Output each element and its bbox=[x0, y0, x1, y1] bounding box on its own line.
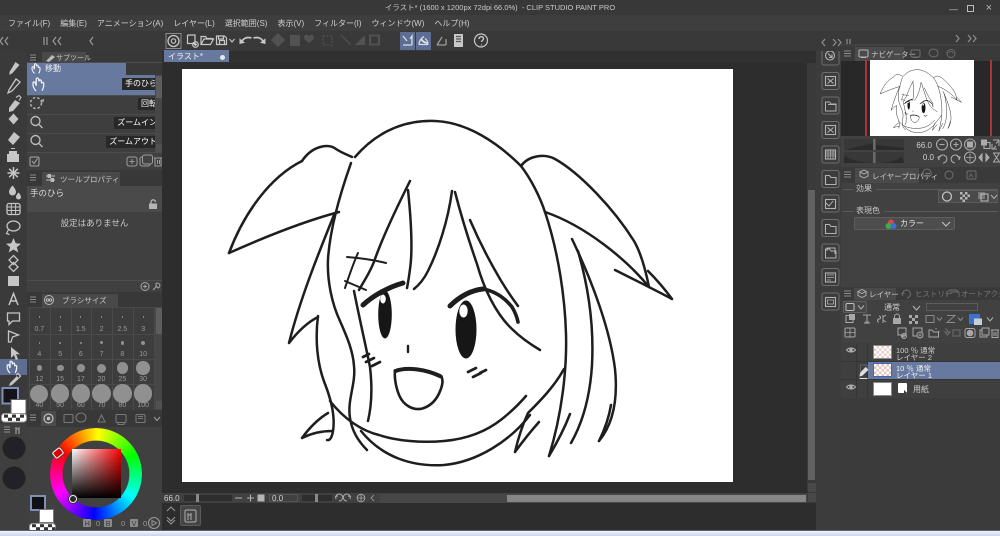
svg-text:V: V bbox=[132, 521, 137, 528]
svg-text:0: 0 bbox=[96, 519, 100, 528]
svg-text:オートアクション: オートアクション bbox=[961, 290, 1000, 299]
svg-text:B: B bbox=[106, 521, 111, 528]
svg-text:0: 0 bbox=[143, 519, 147, 528]
svg-text:H: H bbox=[85, 521, 90, 528]
svg-text:0: 0 bbox=[121, 519, 125, 528]
svg-text:ヒストリー: ヒストリー bbox=[915, 290, 953, 299]
